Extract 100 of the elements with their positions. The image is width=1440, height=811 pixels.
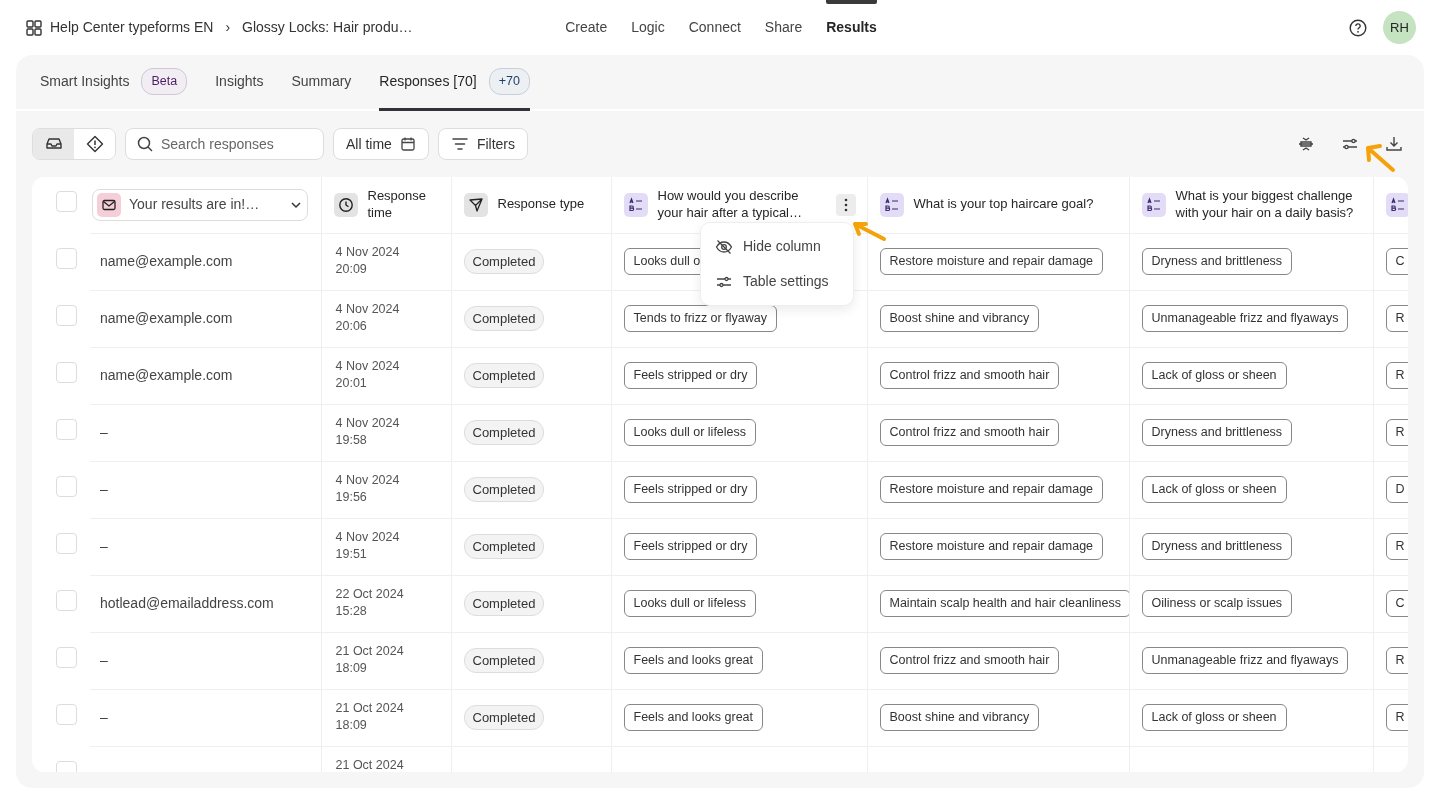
answer-tag: R bbox=[1385, 305, 1408, 332]
answer-tag: Restore moisture and repair damage bbox=[879, 533, 1104, 560]
answer-tag: R bbox=[1385, 533, 1408, 560]
table-cell-text: hotlead@emailaddress.com bbox=[99, 594, 275, 613]
answer-tag: Restore moisture and repair damage bbox=[879, 248, 1104, 275]
answer-tag: C bbox=[1385, 590, 1408, 617]
answer-tag: Dryness and brittleness bbox=[1141, 533, 1293, 560]
table-cell-text: 4 Nov 2024 20:06 bbox=[334, 300, 401, 335]
checkbox[interactable] bbox=[56, 362, 77, 383]
answer-tag: Tends to frizz or flyaway bbox=[623, 305, 777, 332]
answer-tag: Lack of gloss or sheen bbox=[1141, 704, 1287, 731]
answer-tag: Dryness and brittleness bbox=[1141, 419, 1293, 446]
checkbox[interactable] bbox=[56, 647, 77, 668]
answer-tag: R bbox=[1385, 647, 1408, 674]
table-cell-text: 4 Nov 2024 19:51 bbox=[334, 528, 401, 563]
answer-tag: Dryness and brittleness bbox=[1141, 248, 1293, 275]
answer-tag: Boost shine and vibrancy bbox=[879, 305, 1040, 332]
checkbox[interactable] bbox=[56, 533, 77, 554]
answer-tag: Control frizz and smooth hair bbox=[879, 362, 1060, 389]
table-cell-text: 21 Oct 2024 bbox=[334, 756, 405, 772]
status-badge: Completed bbox=[463, 533, 545, 560]
checkbox[interactable] bbox=[56, 419, 77, 440]
date-filter-button[interactable]: All time bbox=[333, 128, 429, 160]
answer-tag: C bbox=[1385, 248, 1408, 275]
breadcrumb-link[interactable]: Help Center typeforms EN bbox=[50, 17, 214, 38]
answer-tag: D bbox=[1385, 476, 1408, 503]
table-cell-text: name@example.com bbox=[99, 366, 234, 385]
filter-icon bbox=[450, 135, 469, 153]
tab-badge: +70 bbox=[488, 68, 530, 95]
checkbox[interactable] bbox=[56, 248, 77, 269]
column-selector[interactable]: Your results are in!… bbox=[92, 188, 308, 221]
answer-tag: Control frizz and smooth hair bbox=[879, 419, 1060, 446]
column-header: Response type bbox=[497, 196, 586, 214]
answer-tag: Looks dull or lifeless bbox=[623, 419, 757, 446]
checkbox[interactable] bbox=[56, 704, 77, 725]
tab[interactable]: Insights bbox=[215, 55, 264, 111]
answer-tag: Feels stripped or dry bbox=[623, 362, 758, 389]
table-cell-text: 21 Oct 2024 18:09 bbox=[334, 642, 405, 677]
nav-tab[interactable]: Results bbox=[826, 11, 877, 44]
grid-icon[interactable] bbox=[26, 19, 42, 36]
help-icon[interactable] bbox=[1349, 18, 1367, 37]
table-cell-text: – bbox=[99, 537, 109, 556]
nav-tab[interactable]: Logic bbox=[631, 11, 665, 44]
table-cell-text: – bbox=[99, 651, 109, 670]
status-badge: Completed bbox=[463, 248, 545, 275]
answer-tag: R bbox=[1385, 704, 1408, 731]
calendar-icon bbox=[399, 136, 416, 152]
table-cell-text: 4 Nov 2024 19:58 bbox=[334, 414, 401, 449]
answer-tag: R bbox=[1385, 419, 1408, 446]
table-cell-text: 21 Oct 2024 18:09 bbox=[334, 699, 405, 734]
column-header: Response time bbox=[367, 187, 428, 222]
search-icon bbox=[137, 136, 153, 152]
nav-tab[interactable]: Create bbox=[565, 11, 608, 44]
column-header: What is your top haircare goal? bbox=[913, 196, 1095, 214]
checkbox[interactable] bbox=[56, 590, 77, 611]
answer-tag: Feels stripped or dry bbox=[623, 476, 758, 503]
table-cell-text: name@example.com bbox=[99, 309, 234, 328]
status-badge: Completed bbox=[463, 704, 545, 731]
nav-tab[interactable]: Share bbox=[764, 11, 803, 44]
answer-tag: Feels and looks great bbox=[623, 704, 763, 731]
status-badge: Completed bbox=[463, 305, 545, 332]
checkbox[interactable] bbox=[56, 476, 77, 497]
breadcrumb-current: Glossy Locks: Hair produ… bbox=[242, 18, 413, 37]
alert-icon bbox=[85, 135, 104, 153]
tab-badge: Beta bbox=[141, 68, 188, 95]
answer-tag: Looks dull or lifeless bbox=[623, 590, 757, 617]
table-cell-text: – bbox=[99, 423, 109, 442]
breadcrumb-separator: › bbox=[224, 18, 232, 37]
status-badge: Completed bbox=[463, 590, 545, 617]
search-field[interactable]: Search responses bbox=[125, 128, 324, 160]
status-badge: Completed bbox=[463, 647, 545, 674]
answer-tag: Oiliness or scalp issues bbox=[1141, 590, 1293, 617]
table-cell-text: – bbox=[99, 480, 109, 499]
answer-tag: Lack of gloss or sheen bbox=[1141, 476, 1287, 503]
checkbox[interactable] bbox=[56, 305, 77, 326]
checkbox[interactable] bbox=[56, 191, 77, 213]
view-toggle-button[interactable] bbox=[33, 129, 74, 159]
filters-button[interactable]: Filters bbox=[437, 128, 529, 160]
answer-tag: Unmanageable frizz and flyaways bbox=[1141, 305, 1349, 332]
answer-tag: Boost shine and vibrancy bbox=[879, 704, 1040, 731]
status-badge: Completed bbox=[463, 362, 545, 389]
selected-indicator bbox=[826, 0, 877, 4]
tab[interactable]: Summary bbox=[291, 55, 352, 111]
tab[interactable]: Responses [70] +70 bbox=[379, 55, 530, 111]
answer-tag: Restore moisture and repair damage bbox=[879, 476, 1104, 503]
table-cell-text: 22 Oct 2024 15:28 bbox=[334, 585, 405, 620]
column-header: What is your biggest challenge with your hair on a daily basis? bbox=[1175, 187, 1355, 222]
answer-tag: Feels stripped or dry bbox=[623, 533, 758, 560]
answer-tag: Lack of gloss or sheen bbox=[1141, 362, 1287, 389]
eye-off-icon bbox=[715, 237, 733, 256]
table-cell-text: 4 Nov 2024 20:01 bbox=[334, 357, 401, 392]
answer-tag: Maintain scalp health and hair cleanliness bbox=[879, 590, 1129, 617]
tab[interactable]: Smart Insights Beta bbox=[40, 55, 188, 111]
table-cell-text: – bbox=[99, 708, 109, 727]
user-avatar[interactable]: RH bbox=[1383, 11, 1416, 44]
more-options-button[interactable] bbox=[835, 193, 856, 216]
status-badge: Completed bbox=[463, 476, 545, 503]
table-cell-text: name@example.com bbox=[99, 252, 234, 271]
table-cell-text: 4 Nov 2024 19:56 bbox=[334, 471, 401, 506]
nav-tab[interactable]: Connect bbox=[688, 11, 741, 44]
